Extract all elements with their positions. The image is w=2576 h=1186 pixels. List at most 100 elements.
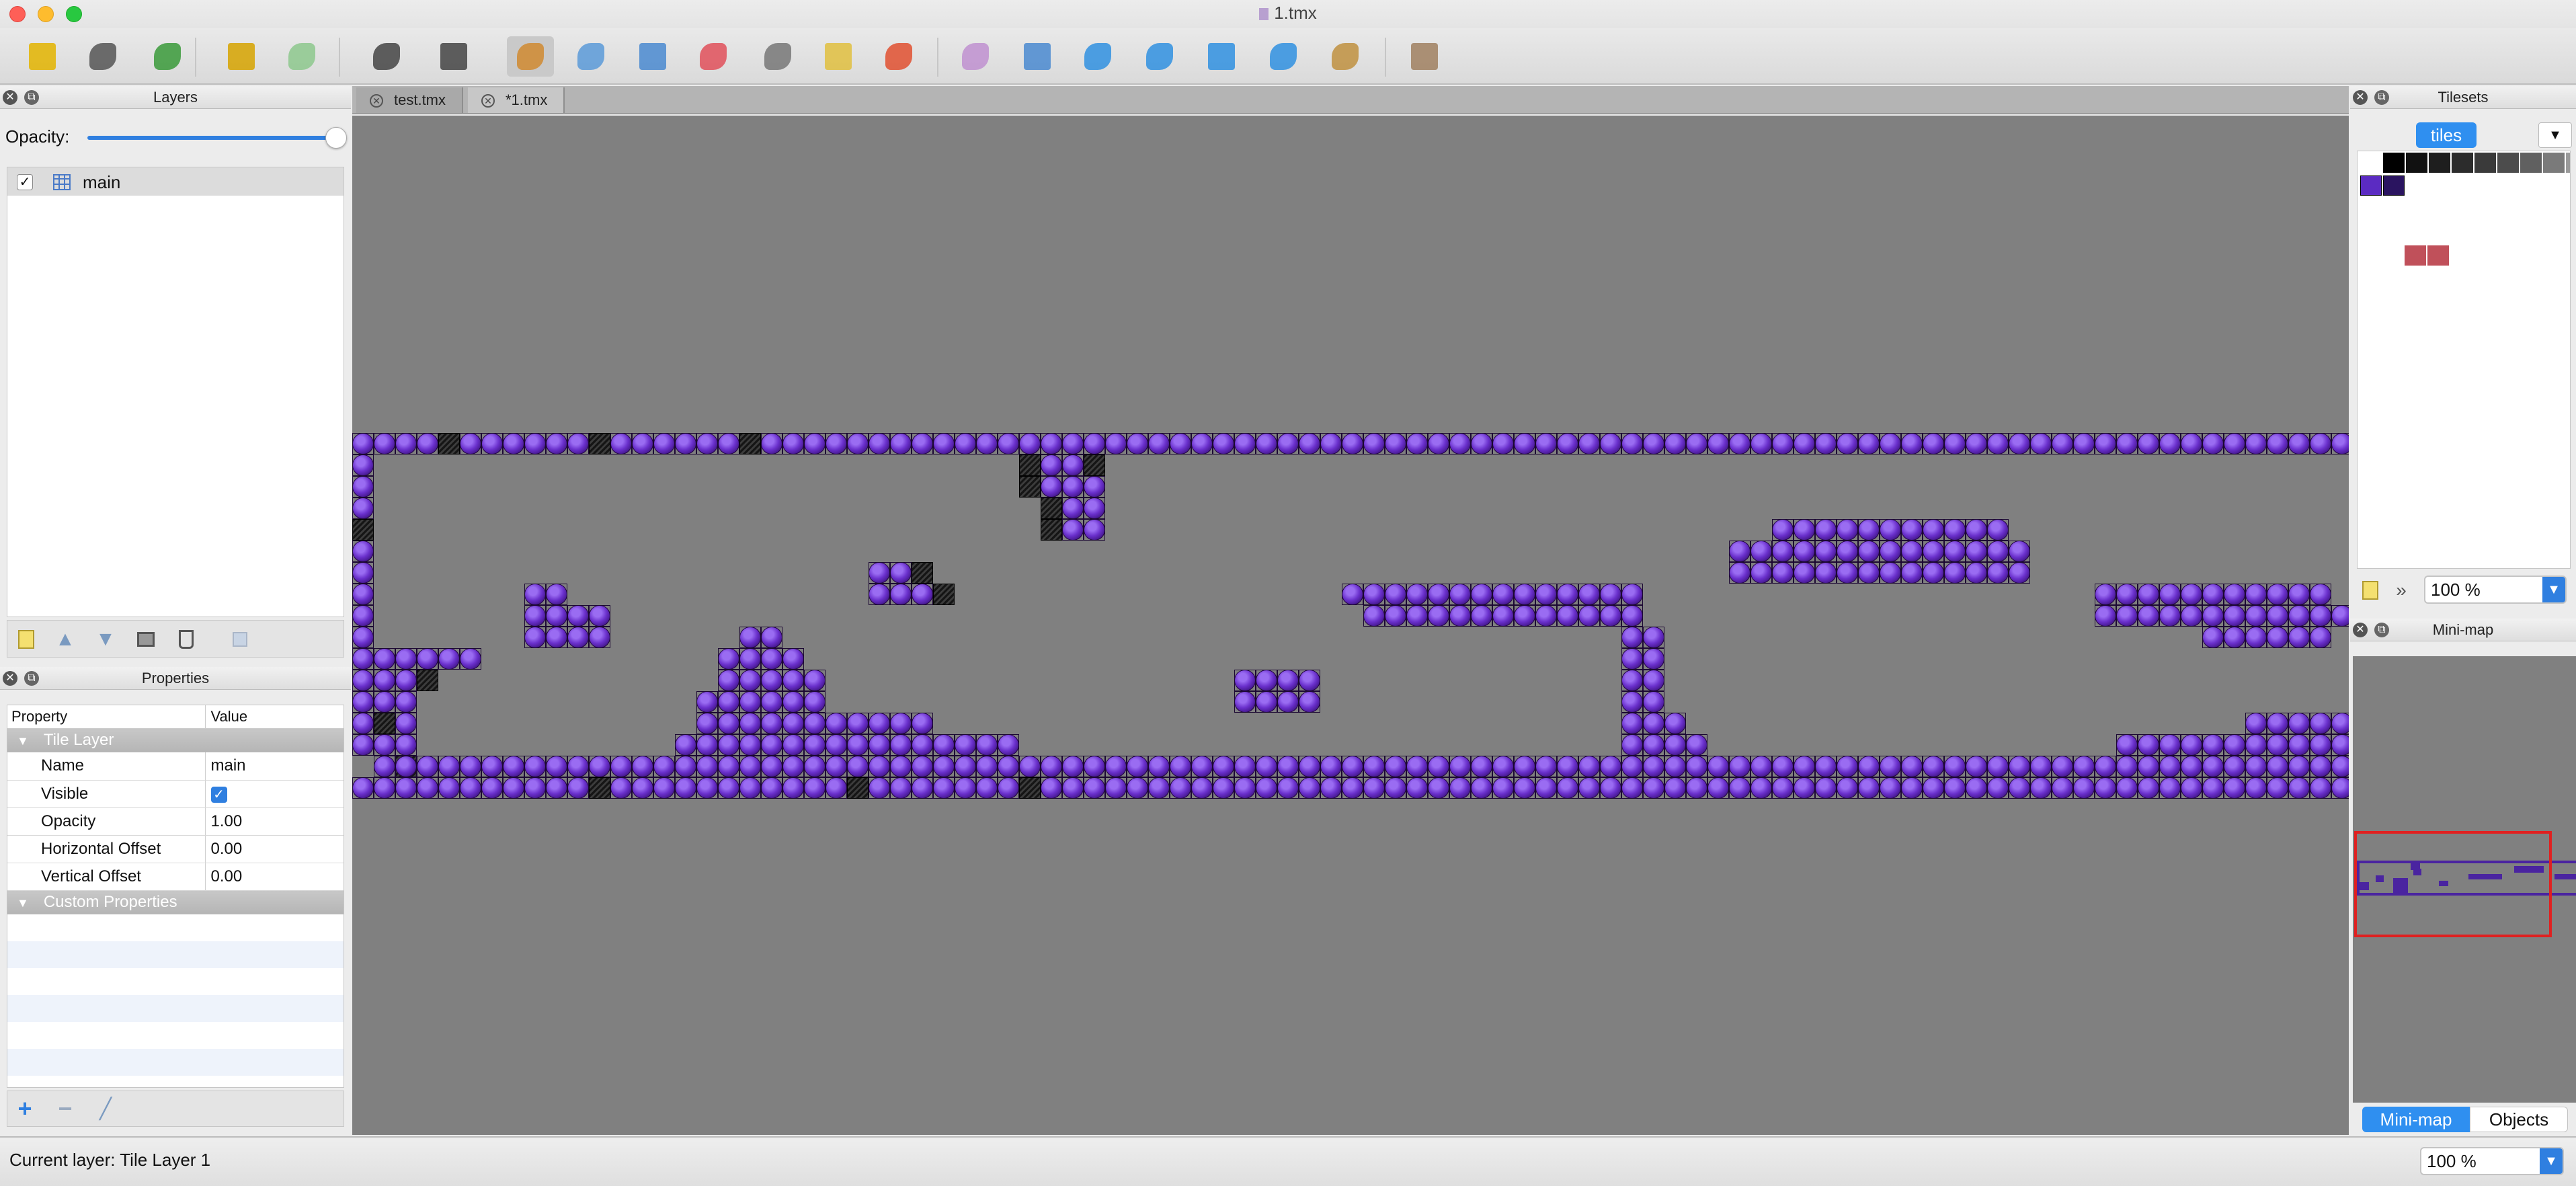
close-panel-icon[interactable]: ✕ bbox=[3, 90, 17, 105]
purple-tile bbox=[1750, 541, 1772, 562]
dice-button[interactable] bbox=[430, 36, 477, 77]
insert-tile-button[interactable] bbox=[1322, 36, 1369, 77]
property-value-checkbox[interactable]: ✓ bbox=[204, 780, 344, 808]
close-tab-icon[interactable]: ✕ bbox=[481, 94, 495, 108]
select-objects-button[interactable] bbox=[952, 36, 999, 77]
opacity-slider[interactable] bbox=[87, 127, 347, 149]
float-panel-icon[interactable]: ⧉ bbox=[24, 671, 39, 686]
tileset-tile[interactable] bbox=[2474, 153, 2496, 173]
property-row-horizontal-offset[interactable]: Horizontal Offset 0.00 bbox=[7, 835, 344, 863]
tileset-tile[interactable] bbox=[2360, 175, 2382, 196]
tileset-zoom-combo[interactable]: 100 % ▼ bbox=[2424, 576, 2567, 604]
save-file-button[interactable] bbox=[144, 36, 191, 77]
property-row-visible[interactable]: Visible ✓ bbox=[7, 780, 344, 808]
chevron-down-icon[interactable]: ▼ bbox=[2540, 1148, 2563, 1174]
raise-layer-icon[interactable]: ▲ bbox=[52, 626, 79, 653]
layer-visible-checkbox[interactable]: ✓ bbox=[17, 174, 33, 190]
tileset-tile[interactable] bbox=[2406, 153, 2427, 173]
bucket-fill-button[interactable] bbox=[629, 36, 676, 77]
new-file-button[interactable] bbox=[19, 36, 66, 77]
close-tab-icon[interactable]: ✕ bbox=[370, 94, 383, 108]
tileset-tile[interactable] bbox=[2452, 153, 2473, 173]
tileset-tile[interactable] bbox=[2566, 153, 2570, 173]
tileset-tile[interactable] bbox=[2360, 153, 2382, 173]
purple-tile bbox=[1084, 519, 1105, 541]
float-panel-icon[interactable]: ⧉ bbox=[24, 90, 39, 105]
purple-tile bbox=[2030, 433, 2052, 454]
close-panel-icon[interactable]: ✕ bbox=[3, 671, 17, 686]
minimap-view[interactable] bbox=[2353, 656, 2576, 1103]
map-zoom-combo[interactable]: 100 % ▼ bbox=[2420, 1147, 2564, 1175]
tileset-tile[interactable] bbox=[2383, 175, 2405, 196]
edit-polygons-button[interactable] bbox=[1014, 36, 1061, 77]
property-row-name[interactable]: Name main bbox=[7, 752, 344, 781]
property-row-vertical-offset[interactable]: Vertical Offset 0.00 bbox=[7, 863, 344, 891]
tileset-tab-tiles[interactable]: tiles bbox=[2416, 122, 2477, 148]
redo-button[interactable] bbox=[278, 36, 325, 77]
tileset-tile[interactable] bbox=[2429, 153, 2450, 173]
custom-properties-group-row[interactable]: ▼ Custom Properties bbox=[7, 890, 344, 914]
visible-checkbox[interactable]: ✓ bbox=[210, 786, 227, 803]
close-panel-icon[interactable]: ✕ bbox=[2353, 90, 2368, 105]
rect-select-button[interactable] bbox=[754, 36, 801, 77]
insert-ellipse-button[interactable] bbox=[1136, 36, 1183, 77]
show-objects-button[interactable] bbox=[1401, 36, 1448, 77]
tileset-view[interactable] bbox=[2357, 151, 2571, 569]
tab-objects[interactable]: Objects bbox=[2470, 1107, 2568, 1132]
random-mode-button[interactable] bbox=[363, 36, 410, 77]
tab-minimap[interactable]: Mini-map bbox=[2362, 1107, 2470, 1132]
toggle-other-layers-icon[interactable] bbox=[227, 626, 253, 653]
tileset-menu-button[interactable]: ▼ bbox=[2538, 122, 2572, 148]
magic-wand-button[interactable] bbox=[815, 36, 862, 77]
float-panel-icon[interactable]: ⧉ bbox=[2374, 623, 2389, 637]
add-layer-icon[interactable] bbox=[13, 626, 40, 653]
tileset-tile[interactable] bbox=[2405, 245, 2426, 266]
minimap-viewport-frame[interactable] bbox=[2354, 831, 2552, 937]
purple-tile bbox=[1600, 756, 1621, 777]
tileset-tile[interactable] bbox=[2520, 153, 2542, 173]
new-file-icon bbox=[29, 43, 56, 70]
property-value[interactable]: 0.00 bbox=[204, 863, 344, 891]
property-row-opacity[interactable]: Opacity 1.00 bbox=[7, 807, 344, 836]
purple-tile bbox=[374, 648, 395, 670]
duplicate-layer-icon[interactable] bbox=[132, 626, 159, 653]
tab-test-tmx[interactable]: ✕ test.tmx bbox=[356, 87, 464, 113]
tileset-tile[interactable] bbox=[2427, 245, 2449, 266]
tileset-tile[interactable] bbox=[2383, 153, 2405, 173]
tile-layer-group-row[interactable]: ▼ Tile Layer bbox=[7, 728, 344, 752]
opacity-slider-knob[interactable] bbox=[325, 127, 347, 149]
tab-1-tmx[interactable]: ✕ *1.tmx bbox=[468, 87, 565, 113]
purple-tile bbox=[374, 433, 395, 454]
chevron-down-icon[interactable]: ▼ bbox=[2542, 577, 2565, 602]
property-value[interactable]: main bbox=[204, 752, 344, 781]
new-tileset-icon[interactable] bbox=[2357, 577, 2384, 604]
eraser-button[interactable] bbox=[690, 36, 737, 77]
add-property-icon[interactable]: + bbox=[11, 1095, 38, 1122]
more-options-icon[interactable]: » bbox=[2388, 577, 2415, 604]
delete-layer-icon[interactable] bbox=[173, 626, 200, 653]
select-same-tile-button[interactable] bbox=[875, 36, 922, 77]
purple-tile bbox=[890, 734, 912, 756]
tileset-tile[interactable] bbox=[2497, 153, 2519, 173]
layer-row-main[interactable]: ✓ main bbox=[7, 167, 344, 196]
close-panel-icon[interactable]: ✕ bbox=[2353, 623, 2368, 637]
terrain-brush-button[interactable] bbox=[567, 36, 614, 77]
undo-button[interactable] bbox=[218, 36, 265, 77]
map-canvas[interactable] bbox=[352, 116, 2349, 1135]
remove-property-icon[interactable]: − bbox=[52, 1095, 79, 1122]
purple-tile bbox=[761, 713, 782, 734]
property-value[interactable]: 0.00 bbox=[204, 835, 344, 863]
insert-polyline-button[interactable] bbox=[1260, 36, 1307, 77]
purple-tile bbox=[1858, 433, 1880, 454]
purple-tile bbox=[1944, 562, 1966, 584]
rename-property-icon[interactable]: ╱ bbox=[92, 1095, 119, 1122]
lower-layer-icon[interactable]: ▼ bbox=[92, 626, 119, 653]
open-file-button[interactable] bbox=[79, 36, 126, 77]
tileset-tile[interactable] bbox=[2543, 153, 2565, 173]
stamp-brush-button[interactable] bbox=[507, 36, 554, 77]
insert-polygon-button[interactable] bbox=[1198, 36, 1245, 77]
property-value[interactable]: 1.00 bbox=[204, 807, 344, 836]
purple-tile bbox=[2288, 756, 2310, 777]
insert-rectangle-button[interactable] bbox=[1074, 36, 1121, 77]
float-panel-icon[interactable]: ⧉ bbox=[2374, 90, 2389, 105]
